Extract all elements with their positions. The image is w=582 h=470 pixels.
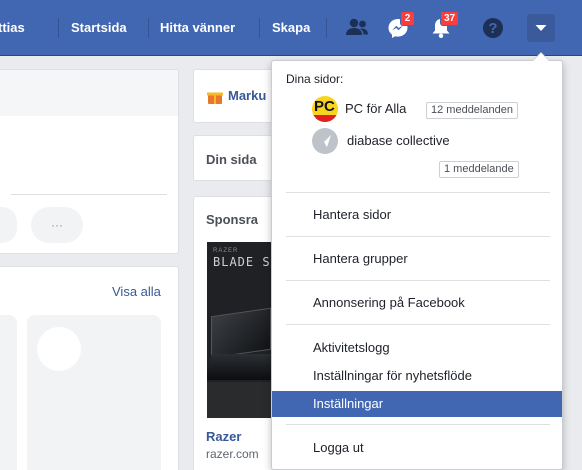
composer-header <box>0 70 178 116</box>
your-page-title: Din sida <box>206 152 257 167</box>
menu-separator <box>286 424 550 425</box>
nav-separator <box>148 18 149 38</box>
pc-for-alla-logo[interactable]: PC <box>312 96 338 122</box>
laptop-screen <box>211 307 271 359</box>
ad-url[interactable]: razer.com <box>206 447 259 461</box>
messenger-badge: 2 <box>400 11 415 26</box>
logo-letters: PC <box>314 98 335 115</box>
page-message-count[interactable]: 12 meddelanden <box>426 102 518 119</box>
people-card: Visa alla <box>0 266 179 470</box>
svg-text:?: ? <box>488 20 497 37</box>
flag-icon[interactable] <box>312 128 338 154</box>
top-navigation-bar: ttias Startsida Hitta vänner Skapa 2 37 <box>0 0 582 56</box>
account-dropdown-menu: Dina sidor: PC PC för Alla 12 meddelande… <box>271 60 563 470</box>
find-friends-link[interactable]: Hitta vänner <box>160 0 235 56</box>
notifications-badge: 37 <box>440 11 460 26</box>
ad-banner-text: BLADE S <box>213 255 271 269</box>
gift-icon <box>207 92 223 104</box>
menu-separator <box>286 280 550 281</box>
nav-separator <box>58 18 59 38</box>
person-card-placeholder <box>27 315 161 470</box>
log-out-item[interactable]: Logga ut <box>272 435 562 461</box>
activity-log-item[interactable]: Aktivitetslogg <box>272 335 562 361</box>
page-shortcut-name[interactable]: Marku <box>228 88 266 103</box>
nav-separator <box>326 18 327 38</box>
page-name[interactable]: diabase collective <box>347 133 450 148</box>
profile-link[interactable]: ttias <box>0 0 25 56</box>
ad-brand-small: RAZER <box>213 248 239 254</box>
composer-card: ··· <box>0 69 179 254</box>
news-feed-preferences-item[interactable]: Inställningar för nyhetsflöde <box>272 363 562 389</box>
see-all-link[interactable]: Visa alla <box>112 284 161 299</box>
home-link[interactable]: Startsida <box>71 0 127 56</box>
logo-stripe <box>312 115 338 122</box>
friends-icon[interactable] <box>343 14 371 42</box>
page-name[interactable]: PC för Alla <box>345 101 406 116</box>
manage-pages-item[interactable]: Hantera sidor <box>272 202 562 228</box>
nav-separator <box>259 18 260 38</box>
settings-item[interactable]: Inställningar <box>272 391 562 417</box>
advertising-item[interactable]: Annonsering på Facebook <box>272 290 562 316</box>
create-link[interactable]: Skapa <box>272 0 310 56</box>
more-options-button[interactable]: ··· <box>31 207 83 243</box>
question-icon[interactable]: ? <box>479 14 507 42</box>
manage-groups-item[interactable]: Hantera grupper <box>272 246 562 272</box>
sponsored-title: Sponsra <box>206 212 259 227</box>
caret-down-icon[interactable] <box>527 14 555 42</box>
composer-option[interactable] <box>0 207 17 243</box>
avatar-placeholder <box>37 327 81 371</box>
page-message-count[interactable]: 1 meddelande <box>439 161 519 178</box>
menu-separator <box>286 236 550 237</box>
menu-separator <box>286 324 550 325</box>
your-pages-title: Dina sidor: <box>286 72 344 86</box>
divider <box>11 194 167 195</box>
person-card-placeholder <box>0 315 17 470</box>
dropdown-arrow-fill <box>533 53 549 61</box>
ad-brand-name[interactable]: Razer <box>206 429 241 444</box>
menu-separator <box>286 192 550 193</box>
